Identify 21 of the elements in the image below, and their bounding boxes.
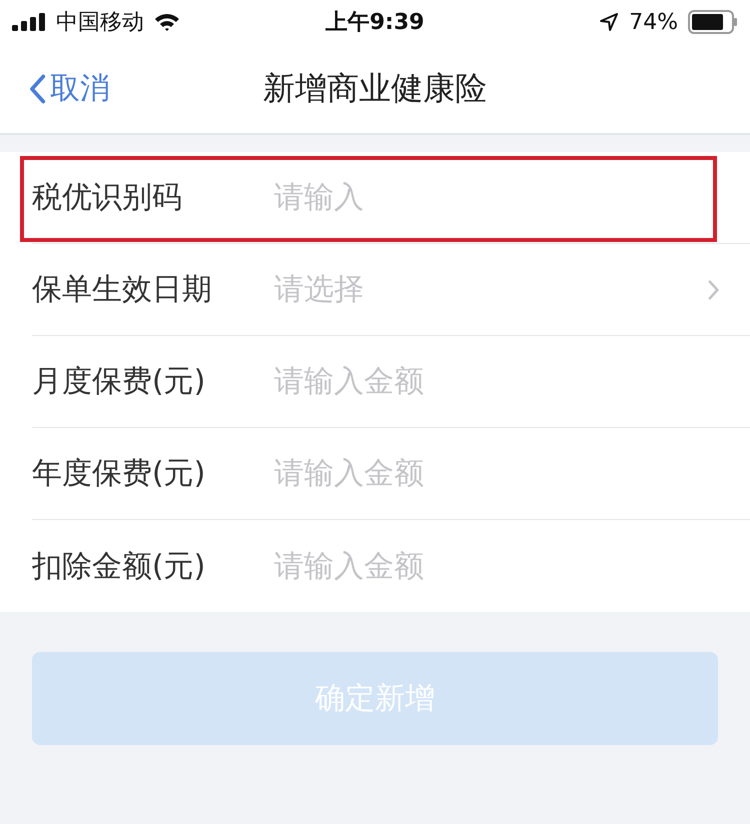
battery-percentage: 74%	[629, 10, 678, 34]
wifi-icon	[154, 12, 180, 32]
clock-time: 上午9:39	[326, 9, 424, 37]
field-label: 年度保费(元)	[32, 455, 206, 493]
field-label: 扣除金额(元)	[32, 548, 206, 586]
input-field[interactable]: 请输入金额	[274, 364, 750, 399]
back-chevron-icon	[28, 74, 46, 104]
date-picker[interactable]: 请选择	[274, 269, 364, 310]
location-arrow-icon	[599, 12, 620, 32]
carrier-name: 中国移动	[56, 9, 144, 37]
chevron-icon	[708, 280, 720, 300]
battery-icon	[688, 10, 738, 34]
input-field[interactable]: 请输入	[274, 180, 750, 215]
cancel-button[interactable]: 取消	[28, 68, 110, 109]
page-title: 新增商业健康险	[263, 68, 487, 108]
input-field[interactable]: 请输入金额	[274, 548, 750, 584]
input-field[interactable]: 请输入金额	[274, 456, 750, 491]
field-label: 保单生效日期	[32, 271, 213, 309]
signal-icon	[12, 13, 46, 31]
field-label: 月度保费(元)	[32, 363, 206, 401]
field-label: 税优识别码	[32, 179, 183, 217]
